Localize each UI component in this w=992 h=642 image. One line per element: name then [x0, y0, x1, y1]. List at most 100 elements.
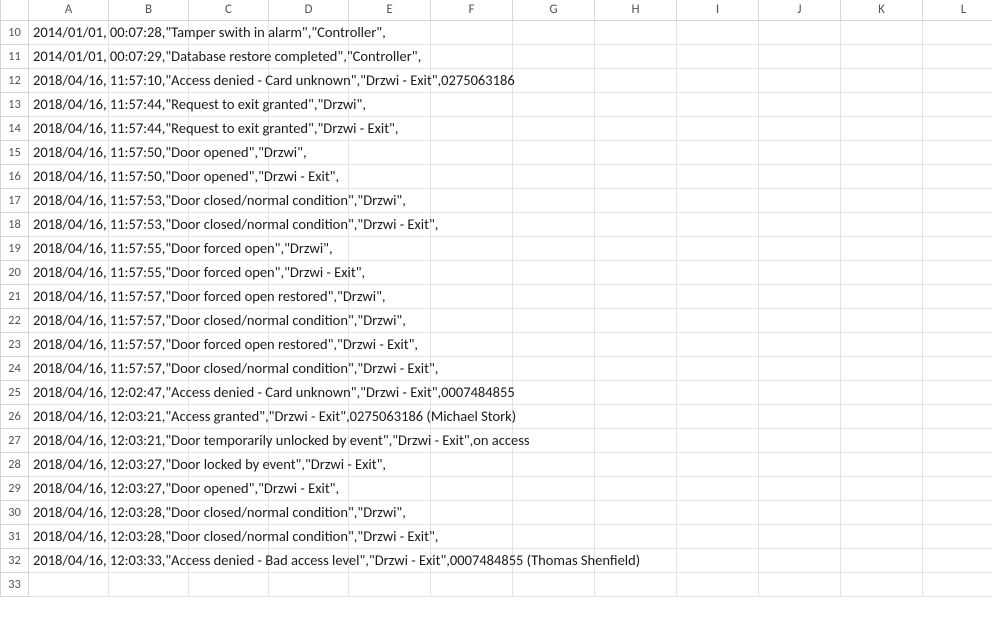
cell-K[interactable] [841, 428, 923, 452]
cell-D[interactable] [269, 452, 349, 476]
cell-L[interactable] [923, 164, 992, 188]
cell-B[interactable] [109, 476, 189, 500]
cell-K[interactable] [841, 236, 923, 260]
cell-F[interactable] [431, 140, 513, 164]
cell-E[interactable] [349, 404, 431, 428]
cell-I[interactable] [677, 140, 759, 164]
cell-G[interactable] [513, 548, 595, 572]
cell-A[interactable]: 2018/04/16, 12:03:27,"Door locked by eve… [29, 452, 109, 476]
cell-L[interactable] [923, 44, 992, 68]
cell-J[interactable] [759, 92, 841, 116]
row-header[interactable]: 30 [1, 500, 29, 524]
cell-G[interactable] [513, 116, 595, 140]
cell-B[interactable] [109, 188, 189, 212]
cell-G[interactable] [513, 572, 595, 596]
cell-D[interactable] [269, 68, 349, 92]
cell-I[interactable] [677, 188, 759, 212]
cell-K[interactable] [841, 188, 923, 212]
cell-K[interactable] [841, 212, 923, 236]
cell-I[interactable] [677, 404, 759, 428]
cell-F[interactable] [431, 164, 513, 188]
cell-G[interactable] [513, 380, 595, 404]
cell-G[interactable] [513, 260, 595, 284]
cell-C[interactable] [189, 68, 269, 92]
cell-B[interactable] [109, 140, 189, 164]
cell-D[interactable] [269, 20, 349, 44]
cell-K[interactable] [841, 452, 923, 476]
row-header[interactable]: 27 [1, 428, 29, 452]
cell-H[interactable] [595, 212, 677, 236]
cell-J[interactable] [759, 140, 841, 164]
cell-F[interactable] [431, 260, 513, 284]
cell-L[interactable] [923, 284, 992, 308]
cell-A[interactable]: 2018/04/16, 11:57:53,"Door closed/normal… [29, 212, 109, 236]
cell-F[interactable] [431, 548, 513, 572]
cell-G[interactable] [513, 524, 595, 548]
cell-H[interactable] [595, 164, 677, 188]
cell-G[interactable] [513, 44, 595, 68]
cell-A[interactable]: 2018/04/16, 12:02:47,"Access denied - Ca… [29, 380, 109, 404]
cell-H[interactable] [595, 332, 677, 356]
row-header[interactable]: 21 [1, 284, 29, 308]
cell-C[interactable] [189, 140, 269, 164]
cell-F[interactable] [431, 44, 513, 68]
cell-B[interactable] [109, 260, 189, 284]
cell-A[interactable]: 2018/04/16, 11:57:57,"Door forced open r… [29, 284, 109, 308]
cell-E[interactable] [349, 452, 431, 476]
row-header[interactable]: 11 [1, 44, 29, 68]
cell-J[interactable] [759, 188, 841, 212]
cell-F[interactable] [431, 284, 513, 308]
cell-D[interactable] [269, 404, 349, 428]
cell-B[interactable] [109, 164, 189, 188]
cell-I[interactable] [677, 236, 759, 260]
cell-B[interactable] [109, 284, 189, 308]
cell-A[interactable]: 2018/04/16, 11:57:44,"Request to exit gr… [29, 92, 109, 116]
cell-C[interactable] [189, 308, 269, 332]
cell-K[interactable] [841, 116, 923, 140]
cell-I[interactable] [677, 548, 759, 572]
cell-B[interactable] [109, 116, 189, 140]
cell-E[interactable] [349, 524, 431, 548]
cell-I[interactable] [677, 524, 759, 548]
cell-B[interactable] [109, 524, 189, 548]
cell-A[interactable] [29, 572, 109, 596]
cell-F[interactable] [431, 356, 513, 380]
row-header[interactable]: 28 [1, 452, 29, 476]
cell-A[interactable]: 2014/01/01, 00:07:28,"Tamper swith in al… [29, 20, 109, 44]
row-header[interactable]: 16 [1, 164, 29, 188]
cell-C[interactable] [189, 524, 269, 548]
cell-I[interactable] [677, 356, 759, 380]
cell-L[interactable] [923, 308, 992, 332]
cell-K[interactable] [841, 572, 923, 596]
cell-H[interactable] [595, 92, 677, 116]
cell-K[interactable] [841, 308, 923, 332]
cell-B[interactable] [109, 500, 189, 524]
cell-D[interactable] [269, 164, 349, 188]
cell-H[interactable] [595, 428, 677, 452]
row-header[interactable]: 23 [1, 332, 29, 356]
cell-F[interactable] [431, 500, 513, 524]
cell-D[interactable] [269, 500, 349, 524]
cell-K[interactable] [841, 68, 923, 92]
cell-L[interactable] [923, 236, 992, 260]
cell-I[interactable] [677, 452, 759, 476]
cell-I[interactable] [677, 260, 759, 284]
cell-E[interactable] [349, 284, 431, 308]
cell-L[interactable] [923, 212, 992, 236]
cell-E[interactable] [349, 68, 431, 92]
cell-J[interactable] [759, 68, 841, 92]
cell-L[interactable] [923, 68, 992, 92]
cell-L[interactable] [923, 404, 992, 428]
cell-J[interactable] [759, 284, 841, 308]
cell-K[interactable] [841, 524, 923, 548]
cell-A[interactable]: 2018/04/16, 12:03:21,"Access granted","D… [29, 404, 109, 428]
column-header-B[interactable]: B [109, 0, 189, 20]
cell-B[interactable] [109, 404, 189, 428]
row-header[interactable]: 25 [1, 380, 29, 404]
column-header-A[interactable]: A [29, 0, 109, 20]
cell-H[interactable] [595, 20, 677, 44]
cell-L[interactable] [923, 428, 992, 452]
cell-K[interactable] [841, 476, 923, 500]
row-header[interactable]: 29 [1, 476, 29, 500]
cell-J[interactable] [759, 524, 841, 548]
